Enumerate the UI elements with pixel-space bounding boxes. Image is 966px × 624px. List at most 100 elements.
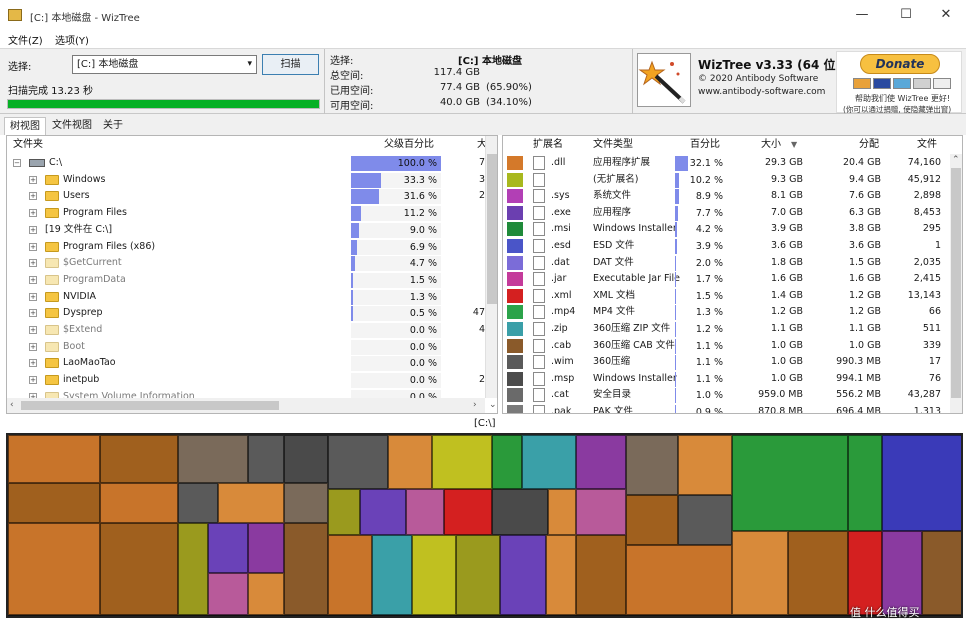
treemap-block[interactable] (372, 535, 412, 615)
extension-row[interactable]: .mp4 MP4 文件 1.3 % 1.2 GB 1.2 GB 66 (503, 304, 950, 321)
treemap-block[interactable] (100, 523, 178, 615)
treemap-block[interactable] (576, 435, 626, 489)
treemap-block[interactable] (248, 573, 284, 615)
treemap-block[interactable] (178, 523, 208, 615)
scrollbar-thumb[interactable] (487, 154, 497, 304)
treemap-block[interactable] (328, 535, 372, 615)
treemap-block[interactable] (788, 531, 848, 615)
extension-row[interactable]: (无扩展名) 10.2 % 9.3 GB 9.4 GB 45,912 (503, 172, 950, 189)
expand-icon[interactable]: + (29, 192, 37, 201)
expand-icon[interactable]: + (29, 359, 37, 368)
treemap-block[interactable] (848, 531, 882, 615)
tab-file-view[interactable]: 文件视图 (47, 117, 97, 135)
treemap-block[interactable] (492, 435, 522, 489)
tree-row[interactable]: + $Extend 0.0 % 4 (7, 322, 485, 339)
expand-icon[interactable]: + (29, 175, 37, 184)
col-header-allocated[interactable]: 分配 (859, 136, 879, 154)
col-header-files[interactable]: 文件 (917, 136, 937, 154)
treemap-block[interactable] (284, 435, 328, 483)
tree-row[interactable]: + LaoMaoTao 0.0 % (7, 355, 485, 372)
donate-button[interactable]: Donate (860, 54, 940, 74)
expand-icon[interactable]: + (29, 225, 37, 234)
tab-about[interactable]: 关于 (98, 117, 128, 135)
treemap-block[interactable] (548, 489, 576, 535)
treemap-block[interactable] (100, 435, 178, 483)
treemap-block[interactable] (500, 535, 546, 615)
extension-row[interactable]: .esd ESD 文件 3.9 % 3.6 GB 3.6 GB 1 (503, 238, 950, 255)
treemap-block[interactable] (208, 523, 248, 573)
tree-horizontal-scrollbar[interactable]: ‹ › ⌄ (7, 398, 497, 413)
treemap-block[interactable] (406, 489, 444, 535)
scroll-left-icon[interactable]: ‹ (10, 400, 14, 410)
treemap-block[interactable] (248, 523, 284, 573)
extension-vertical-scrollbar[interactable]: ⌃ (950, 154, 962, 413)
expand-icon[interactable]: + (29, 242, 37, 251)
treemap-block[interactable] (848, 435, 882, 531)
scroll-down-icon[interactable]: ⌄ (489, 400, 497, 410)
treemap-block[interactable] (626, 435, 678, 495)
minimize-button[interactable]: — (842, 4, 882, 26)
tree-row[interactable]: + Program Files 11.2 % (7, 205, 485, 222)
tree-row[interactable]: + Users 31.6 % 2 (7, 188, 485, 205)
treemap-visualization[interactable] (6, 433, 963, 618)
treemap-block[interactable] (732, 531, 788, 615)
extension-row[interactable]: .wim 360压缩 1.1 % 1.0 GB 990.3 MB 17 (503, 354, 950, 371)
col-header-extension[interactable]: 扩展名 (533, 136, 563, 154)
treemap-block[interactable] (732, 435, 848, 531)
treemap-block[interactable] (178, 435, 248, 483)
tree-vertical-scrollbar[interactable] (485, 136, 497, 398)
treemap-block[interactable] (328, 435, 388, 489)
treemap-block[interactable] (626, 545, 732, 615)
treemap-block[interactable] (328, 489, 360, 535)
menu-file[interactable]: 文件(Z) (8, 32, 43, 47)
extension-row[interactable]: .dat DAT 文件 2.0 % 1.8 GB 1.5 GB 2,035 (503, 255, 950, 272)
treemap-block[interactable] (576, 535, 626, 615)
menu-options[interactable]: 选项(Y) (55, 32, 89, 47)
treemap-block[interactable] (284, 523, 328, 615)
treemap-block[interactable] (546, 535, 576, 615)
tree-row[interactable]: + Dysprep 0.5 % 47 (7, 305, 485, 322)
col-header-folder[interactable]: 文件夹 (13, 136, 43, 154)
extension-row[interactable]: .msi Windows Installer 4.2 % 3.9 GB 3.8 GB 29… (503, 221, 950, 238)
close-button[interactable]: ✕ (926, 4, 966, 26)
extension-row[interactable]: .pak PAK 文件 0.9 % 870.8 MB 696.4 MB 1,313 (503, 404, 950, 413)
col-header-percent[interactable]: 百分比 (690, 136, 720, 154)
extension-row[interactable]: .dll 应用程序扩展 32.1 % 29.3 GB 20.4 GB 74,160 (503, 155, 950, 172)
extension-row[interactable]: .jar Executable Jar File 1.7 % 1.6 GB 1.6 GB… (503, 271, 950, 288)
col-header-parent-percent[interactable]: 父级百分比 (384, 136, 434, 154)
drive-select[interactable]: [C:] 本地磁盘 ▾ (72, 55, 257, 74)
treemap-block[interactable] (8, 435, 100, 483)
treemap-block[interactable] (492, 489, 548, 535)
collapse-icon[interactable]: − (13, 159, 21, 167)
treemap-block[interactable] (882, 435, 961, 531)
maximize-button[interactable]: ☐ (886, 4, 926, 26)
treemap-block[interactable] (678, 435, 732, 495)
scrollbar-thumb[interactable] (951, 168, 961, 398)
extension-row[interactable]: .xml XML 文档 1.5 % 1.4 GB 1.2 GB 13,143 (503, 288, 950, 305)
scroll-up-icon[interactable]: ⌃ (952, 155, 960, 165)
tree-row[interactable]: − C:\ 100.0 % 7 (7, 155, 485, 172)
expand-icon[interactable]: + (29, 342, 37, 351)
extension-row[interactable]: .zip 360压缩 ZIP 文件 1.2 % 1.1 GB 1.1 GB 511 (503, 321, 950, 338)
expand-icon[interactable]: + (29, 326, 37, 334)
treemap-block[interactable] (8, 523, 100, 615)
extension-row[interactable]: .cab 360压缩 CAB 文件 1.1 % 1.0 GB 1.0 GB 339 (503, 338, 950, 355)
treemap-block[interactable] (678, 495, 732, 545)
extension-row[interactable]: .exe 应用程序 7.7 % 7.0 GB 6.3 GB 8,453 (503, 205, 950, 222)
treemap-block[interactable] (882, 531, 922, 615)
scroll-right-icon[interactable]: › (473, 400, 477, 410)
tree-row[interactable]: + Windows 33.3 % 3 (7, 172, 485, 189)
extension-row[interactable]: .cat 安全目录 1.0 % 959.0 MB 556.2 MB 43,287 (503, 387, 950, 404)
tree-row[interactable]: + [19 文件在 C:\] 9.0 % (7, 222, 485, 239)
treemap-block[interactable] (626, 495, 678, 545)
wiztree-logo[interactable] (637, 53, 691, 107)
col-header-file-type[interactable]: 文件类型 (593, 136, 633, 154)
treemap-block[interactable] (218, 483, 284, 523)
treemap-block[interactable] (412, 535, 456, 615)
tree-row[interactable]: + $GetCurrent 4.7 % (7, 255, 485, 272)
scan-button[interactable]: 扫描 (262, 54, 319, 75)
treemap-block[interactable] (178, 483, 218, 523)
treemap-block[interactable] (8, 483, 100, 523)
expand-icon[interactable]: + (29, 259, 37, 268)
expand-icon[interactable]: + (29, 209, 37, 218)
